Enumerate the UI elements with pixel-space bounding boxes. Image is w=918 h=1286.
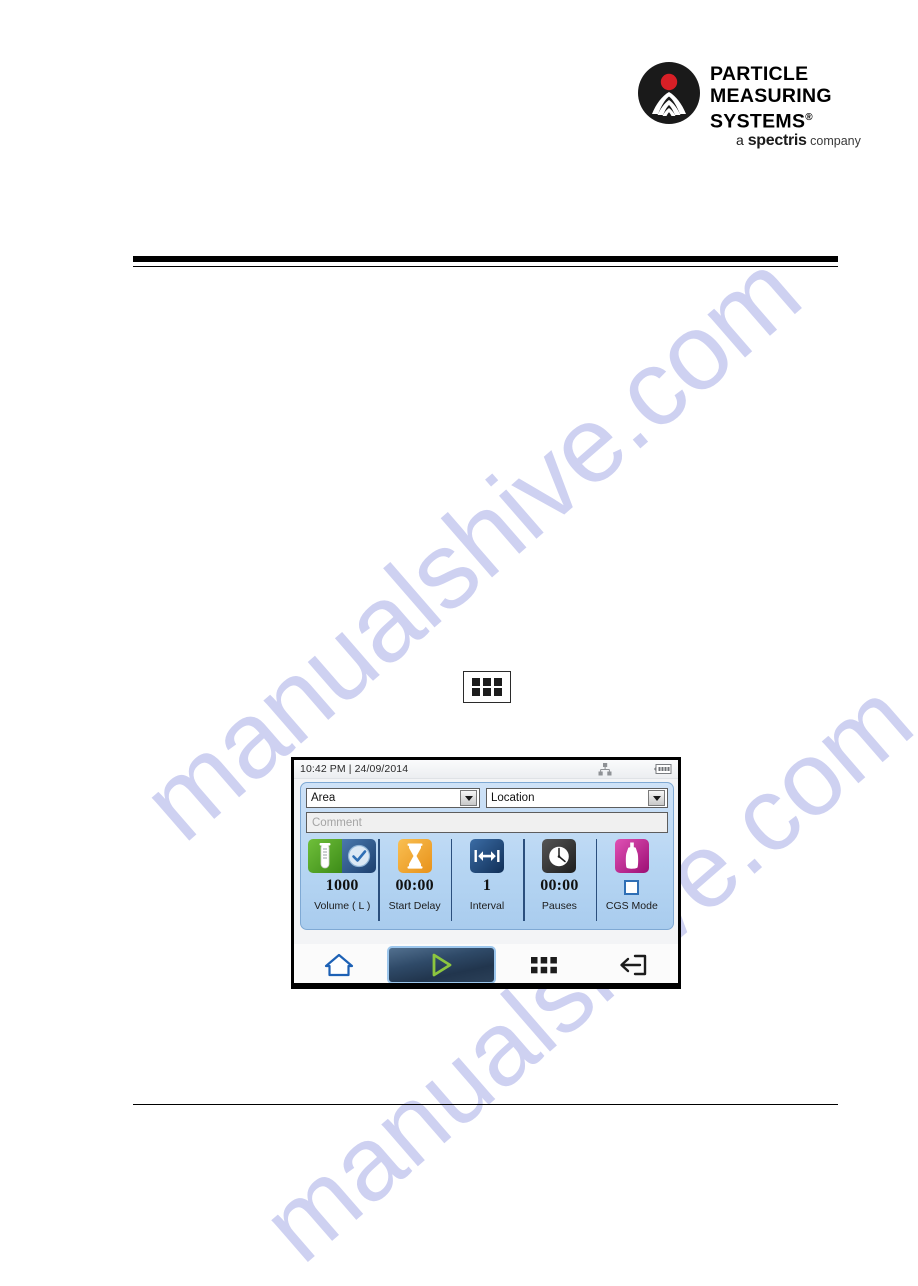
grid-menu-icon[interactable] xyxy=(530,956,557,974)
logo-tagline: a spectris company xyxy=(736,132,861,150)
area-dropdown-label: Area xyxy=(311,792,336,804)
bottom-nav-bar xyxy=(294,944,678,986)
tile-start-delay-icon-wrap xyxy=(397,838,432,874)
exit-icon[interactable] xyxy=(618,953,648,977)
device-screenshot: 10:42 PM | 24/09/2014 Area Location Comm… xyxy=(291,757,681,989)
nav-item-home[interactable] xyxy=(294,944,384,986)
cgs-mode-checkbox[interactable] xyxy=(624,880,640,895)
chevron-down-icon xyxy=(464,795,473,801)
tagline-prefix: a xyxy=(736,132,748,148)
page-watermark: manualshive.com manualshive.com xyxy=(0,0,918,1284)
tile-cgs-icon-wrap xyxy=(614,838,649,874)
home-icon[interactable] xyxy=(324,952,354,978)
tile-pauses-icon-wrap xyxy=(542,838,577,874)
nav-item-start[interactable] xyxy=(384,944,499,986)
tile-start-delay-value: 00:00 xyxy=(395,877,434,894)
tile-interval-value: 1 xyxy=(482,877,492,894)
logo-wordmark: PARTICLE MEASURING SYSTEMS® xyxy=(710,63,832,134)
tile-volume-icon-wrap xyxy=(308,838,377,874)
logo-line-3: SYSTEMS® xyxy=(710,110,813,133)
device-screen: 10:42 PM | 24/09/2014 Area Location Comm… xyxy=(294,760,678,986)
footer-rule xyxy=(133,1104,838,1106)
area-dropdown-button[interactable] xyxy=(460,790,477,806)
tile-interval[interactable]: 1 Interval xyxy=(450,838,523,926)
tile-pauses-label: Pauses xyxy=(541,900,577,912)
settings-panel: Area Location Comment 1000 Volume (L) … xyxy=(300,782,674,930)
status-icon-group xyxy=(598,762,672,776)
location-dropdown-button[interactable] xyxy=(648,790,665,806)
dropdown-row: Area Location xyxy=(306,788,668,808)
comment-input[interactable]: Comment xyxy=(306,812,668,833)
tile-pauses-value: 00:00 xyxy=(540,877,579,894)
nav-item-exit[interactable] xyxy=(588,944,678,986)
clock-check-icon xyxy=(342,839,377,873)
test-tube-icon xyxy=(308,839,343,873)
tile-interval-icon-wrap xyxy=(470,838,505,874)
status-timestamp: 10:42 PM | 24/09/2014 xyxy=(300,763,409,775)
inline-grid-menu-icon xyxy=(463,671,511,703)
tile-volume-label: Volume ( L ) xyxy=(314,900,371,912)
stopwatch-icon xyxy=(542,839,577,873)
comment-placeholder: Comment xyxy=(312,816,362,829)
tile-start-delay-label: Start Delay xyxy=(388,900,441,912)
nav-item-menu[interactable] xyxy=(499,944,589,986)
tile-cgs-label: CGS Mode xyxy=(605,900,658,912)
chevron-down-icon xyxy=(652,795,661,801)
metric-tiles: 1000 Volume ( L ) 00:00 Start Delay 1 In… xyxy=(306,838,668,926)
tile-interval-label: Interval xyxy=(469,900,505,912)
company-logo: PARTICLE MEASURING SYSTEMS® a spectris c… xyxy=(638,62,861,149)
tile-volume[interactable]: 1000 Volume ( L ) xyxy=(306,838,378,926)
volume-dual-icon xyxy=(308,839,377,873)
location-dropdown[interactable]: Location xyxy=(486,788,668,808)
battery-icon xyxy=(654,764,672,774)
registered-mark: ® xyxy=(805,112,813,123)
header-rule-thin xyxy=(133,266,838,268)
logo-line-2: MEASURING xyxy=(710,84,832,107)
tile-cgs-mode[interactable]: CGS Mode xyxy=(595,838,668,926)
gas-bottle-icon xyxy=(614,839,649,873)
particle-measuring-systems-logo-icon xyxy=(638,62,700,124)
header-rule-thick xyxy=(133,256,838,262)
play-icon xyxy=(432,953,452,977)
tile-start-delay[interactable]: 00:00 Start Delay xyxy=(378,838,450,926)
hourglass-icon xyxy=(397,839,432,873)
grid-menu-icon xyxy=(472,678,502,696)
device-bottom-edge xyxy=(294,983,678,986)
status-bar: 10:42 PM | 24/09/2014 xyxy=(294,760,678,779)
location-dropdown-label: Location xyxy=(491,792,535,804)
area-dropdown[interactable]: Area xyxy=(306,788,480,808)
tagline-suffix: company xyxy=(806,134,861,148)
network-icon xyxy=(598,762,612,775)
start-button[interactable] xyxy=(386,946,496,984)
tagline-brand: spectris xyxy=(747,132,807,149)
interval-arrows-icon xyxy=(470,839,505,873)
tile-pauses[interactable]: 00:00 Pauses xyxy=(523,838,595,926)
logo-line-1: PARTICLE xyxy=(710,63,809,85)
tile-volume-value: 1000 xyxy=(325,877,359,894)
